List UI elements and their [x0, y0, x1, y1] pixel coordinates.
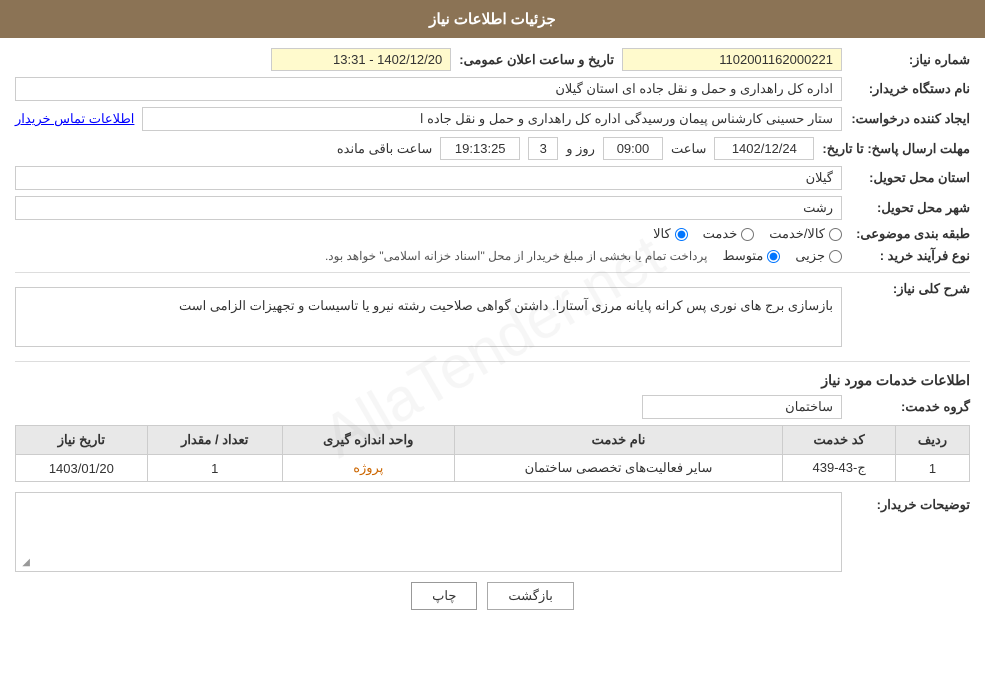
col-need-date: تاریخ نیاز	[16, 426, 148, 455]
buyer-org-row: نام دستگاه خریدار: اداره کل راهداری و حم…	[15, 77, 970, 101]
table-row: 1 ج-43-439 سایر فعالیت‌های تخصصی ساختمان…	[16, 455, 970, 482]
col-quantity: تعداد / مقدار	[147, 426, 282, 455]
deadline-label: مهلت ارسال پاسخ: تا تاریخ:	[822, 141, 970, 157]
province-row: استان محل تحویل: گیلان	[15, 166, 970, 190]
col-service-code: کد خدمت	[783, 426, 896, 455]
deadline-time-label: ساعت	[671, 141, 706, 157]
buyer-notes-section: توضیحات خریدار: ◢	[15, 492, 970, 572]
col-unit: واحد اندازه گیری	[282, 426, 454, 455]
need-number-row: شماره نیاز: 1102001162000221 تاریخ و ساع…	[15, 48, 970, 71]
radio-jozvi-label: جزیی	[795, 248, 825, 264]
radio-kala-label: کالا	[653, 226, 671, 242]
province-value: گیلان	[15, 166, 842, 190]
deadline-time: 09:00	[603, 137, 663, 160]
deadline-days: 3	[528, 137, 558, 160]
radio-kala-khedmat-input[interactable]	[829, 228, 842, 241]
creator-value: ستار حسینی کارشناس پیمان ورسیدگی اداره ک…	[142, 107, 842, 131]
cell-service-name: سایر فعالیت‌های تخصصی ساختمان	[454, 455, 783, 482]
category-label: طبقه بندی موضوعی:	[850, 226, 970, 242]
radio-khedmat-label: خدمت	[703, 226, 738, 242]
creator-label: ایجاد کننده درخواست:	[850, 111, 970, 127]
need-number-label: شماره نیاز:	[850, 52, 970, 68]
cell-row-num: 1	[895, 455, 969, 482]
cell-quantity: 1	[147, 455, 282, 482]
creator-contact-link[interactable]: اطلاعات تماس خریدار	[15, 111, 134, 127]
deadline-remaining: 19:13:25	[440, 137, 520, 160]
purchase-type-radio-group: جزیی متوسط پرداخت تمام یا بخشی از مبلغ خ…	[325, 248, 842, 264]
services-table: ردیف کد خدمت نام خدمت واحد اندازه گیری ت…	[15, 425, 970, 482]
purchase-note: پرداخت تمام یا بخشی از مبلغ خریدار از مح…	[325, 249, 708, 263]
divider-2	[15, 361, 970, 362]
radio-khedmat[interactable]: خدمت	[703, 226, 755, 242]
radio-kala[interactable]: کالا	[653, 226, 688, 242]
service-group-label: گروه خدمت:	[850, 399, 970, 415]
service-group-row: گروه خدمت: ساختمان	[15, 395, 970, 419]
col-service-name: نام خدمت	[454, 426, 783, 455]
radio-khedmat-input[interactable]	[741, 228, 754, 241]
radio-jozvi-input[interactable]	[829, 250, 842, 263]
category-row: طبقه بندی موضوعی: کالا/خدمت خدمت کالا	[15, 226, 970, 242]
radio-jozvi[interactable]: جزیی	[795, 248, 842, 264]
category-radio-group: کالا/خدمت خدمت کالا	[653, 226, 842, 242]
deadline-date: 1402/12/24	[714, 137, 814, 160]
buyer-notes-label: توضیحات خریدار:	[850, 492, 970, 513]
city-value: رشت	[15, 196, 842, 220]
divider-1	[15, 272, 970, 273]
radio-kala-input[interactable]	[675, 228, 688, 241]
city-row: شهر محل تحویل: رشت	[15, 196, 970, 220]
province-label: استان محل تحویل:	[850, 170, 970, 186]
city-label: شهر محل تحویل:	[850, 200, 970, 216]
cell-unit: پروژه	[282, 455, 454, 482]
description-value: بازسازی برج های نوری پس کرانه پایانه مرز…	[15, 287, 842, 347]
announce-value: 1402/12/20 - 13:31	[271, 48, 451, 71]
radio-kala-khedmat[interactable]: کالا/خدمت	[769, 226, 842, 242]
description-label: شرح کلی نیاز:	[850, 281, 970, 297]
radio-motaset-label: متوسط	[722, 248, 763, 264]
deadline-day-label: روز و	[566, 141, 595, 157]
radio-kala-khedmat-label: کالا/خدمت	[769, 226, 825, 242]
purchase-type-row: نوع فرآیند خرید : جزیی متوسط پرداخت تمام…	[15, 248, 970, 264]
buyer-org-value: اداره کل راهداری و حمل و نقل جاده ای است…	[15, 77, 842, 101]
buyer-notes-box: ◢	[15, 492, 842, 572]
deadline-remaining-label: ساعت باقی مانده	[337, 141, 432, 157]
deadline-row: مهلت ارسال پاسخ: تا تاریخ: 1402/12/24 سا…	[15, 137, 970, 160]
buyer-org-label: نام دستگاه خریدار:	[850, 81, 970, 97]
cell-need-date: 1403/01/20	[16, 455, 148, 482]
radio-motaset[interactable]: متوسط	[722, 248, 780, 264]
page-title: جزئیات اطلاعات نیاز	[429, 11, 556, 28]
creator-row: ایجاد کننده درخواست: ستار حسینی کارشناس …	[15, 107, 970, 131]
buttons-row: بازگشت چاپ	[15, 582, 970, 610]
need-number-value: 1102001162000221	[622, 48, 842, 71]
radio-motaset-input[interactable]	[767, 250, 780, 263]
col-row-num: ردیف	[895, 426, 969, 455]
description-row: شرح کلی نیاز: بازسازی برج های نوری پس کر…	[15, 281, 970, 353]
purchase-type-label: نوع فرآیند خرید :	[850, 248, 970, 264]
resize-handle: ◢	[18, 557, 30, 569]
cell-service-code: ج-43-439	[783, 455, 896, 482]
service-group-value: ساختمان	[642, 395, 842, 419]
back-button[interactable]: بازگشت	[487, 582, 573, 610]
services-section-title: اطلاعات خدمات مورد نیاز	[15, 372, 970, 389]
print-button[interactable]: چاپ	[411, 582, 477, 610]
announce-label: تاریخ و ساعت اعلان عمومی:	[459, 52, 614, 68]
page-header: جزئیات اطلاعات نیاز	[0, 0, 985, 38]
